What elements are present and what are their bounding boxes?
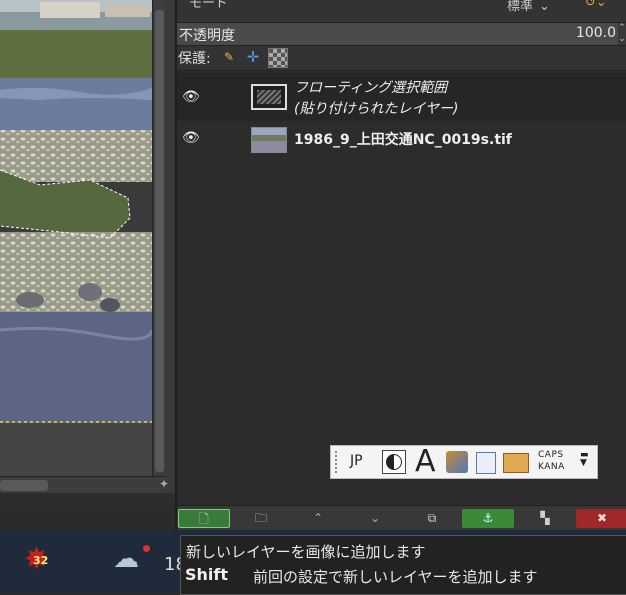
new-group-button[interactable]: 🗀	[235, 509, 287, 528]
input-language[interactable]: JP	[350, 453, 363, 469]
duplicate-icon: ⧉	[427, 511, 437, 525]
moon-icon[interactable]	[382, 450, 406, 474]
tooltip-shift-text: 前回の設定で新しいレイヤーを追加します	[253, 568, 538, 586]
tooltip-modifier-key: Shift	[185, 565, 229, 584]
move-icon[interactable]: ✛	[245, 49, 261, 65]
app-icon[interactable]: ✸ 32	[22, 544, 58, 576]
canvas-status-bar	[0, 493, 175, 507]
canvas-padding	[0, 423, 152, 476]
input-method-toolbar: JP A CAPS KANA ▬ ▼	[330, 444, 598, 479]
tools-icon[interactable]	[446, 451, 468, 473]
font-icon[interactable]: A	[415, 444, 436, 479]
new-layer-button[interactable]: 🗋	[178, 509, 230, 528]
new-layer-icon: 🗋	[199, 512, 209, 526]
layer-thumbnail	[251, 127, 287, 153]
lock-label: 保護:	[178, 51, 211, 67]
chevron-down-icon: ⌄	[369, 511, 381, 525]
layers-list[interactable]: 👁 フローティング選択範囲 (貼り付けられたレイヤー) 👁 1986_9_上田交…	[177, 70, 626, 506]
close-icon: ✖	[596, 511, 608, 525]
layer-name-subtitle[interactable]: (貼り付けられたレイヤー)	[294, 98, 459, 118]
composite-mode-icon[interactable]: ↺⌄	[585, 0, 607, 10]
cloud-icon[interactable]: ☁	[113, 544, 139, 574]
layer-name[interactable]: 1986_9_上田交通NC_0019s.tif	[294, 129, 512, 149]
anchor-layer-button[interactable]: ⚓	[462, 509, 514, 528]
vertical-scroll-thumb[interactable]	[155, 10, 164, 472]
mode-row: モード 標準 ⌄ ↺⌄	[177, 0, 626, 20]
kana-label: KANA	[538, 462, 565, 472]
grip-handle[interactable]	[335, 451, 340, 473]
anchor-icon: ⚓	[482, 511, 494, 525]
layer-name[interactable]: フローティング選択範囲	[294, 77, 447, 97]
horizontal-scrollbar[interactable]	[0, 476, 165, 494]
chevron-down-icon: ⌄	[539, 0, 550, 14]
checkerboard-icon[interactable]	[268, 48, 288, 68]
image-canvas-area[interactable]: ✦	[0, 0, 175, 507]
layer-row[interactable]: 👁 フローティング選択範囲 (貼り付けられたレイヤー)	[177, 73, 626, 121]
image-canvas[interactable]	[0, 0, 152, 423]
eye-icon[interactable]: 👁	[182, 130, 200, 146]
brush-icon[interactable]: ✎	[221, 49, 237, 65]
floating-selection-icon	[251, 84, 287, 110]
caps-label: CAPS	[538, 450, 564, 460]
lock-row: 保護: ✎ ✛	[177, 46, 626, 68]
horizontal-scroll-thumb[interactable]	[0, 480, 48, 491]
box-icon[interactable]	[503, 453, 529, 473]
navigate-icon[interactable]: ✦	[156, 476, 172, 493]
tooltip-text: 新しいレイヤーを画像に追加します	[186, 543, 426, 561]
menu-icon[interactable]: ▬ ▼	[580, 451, 589, 468]
folder-icon: 🗀	[254, 511, 267, 525]
caps-kana-indicator: CAPS KANA	[538, 449, 565, 473]
layer-row[interactable]: 👁 1986_9_上田交通NC_0019s.tif	[177, 123, 626, 155]
mode-select-value: 標準	[507, 0, 534, 14]
raise-layer-button[interactable]: ⌃	[292, 509, 344, 528]
vertical-scrollbar[interactable]	[152, 0, 166, 476]
app-badge: 32	[33, 554, 49, 567]
dictionary-icon[interactable]	[476, 452, 496, 474]
add-mask-button[interactable]: ▚	[519, 509, 571, 528]
layers-toolbar: 🗋 🗀 ⌃ ⌄ ⧉ ⚓ ▚ ✖	[177, 505, 626, 533]
mode-select[interactable]: 標準 ⌄	[507, 0, 550, 14]
opacity-slider[interactable]: 不透明度 100.0 ⌃ ⌄	[177, 22, 626, 46]
mode-label: モード	[189, 0, 229, 11]
opacity-spin-buttons[interactable]: ⌃ ⌄	[618, 23, 626, 45]
opacity-value[interactable]: 100.0	[576, 25, 616, 41]
lower-layer-button[interactable]: ⌄	[349, 509, 401, 528]
duplicate-layer-button[interactable]: ⧉	[406, 509, 458, 528]
notification-dot	[143, 545, 150, 552]
tooltip: 新しいレイヤーを画像に追加します Shift 前回の設定で新しいレイヤーを追加し…	[180, 535, 626, 595]
chevron-up-icon: ⌃	[312, 511, 324, 525]
photo-content	[0, 0, 152, 423]
eye-icon[interactable]: 👁	[182, 89, 200, 105]
mask-icon: ▚	[540, 511, 550, 525]
delete-layer-button[interactable]: ✖	[576, 509, 626, 528]
opacity-label: 不透明度	[179, 28, 235, 44]
